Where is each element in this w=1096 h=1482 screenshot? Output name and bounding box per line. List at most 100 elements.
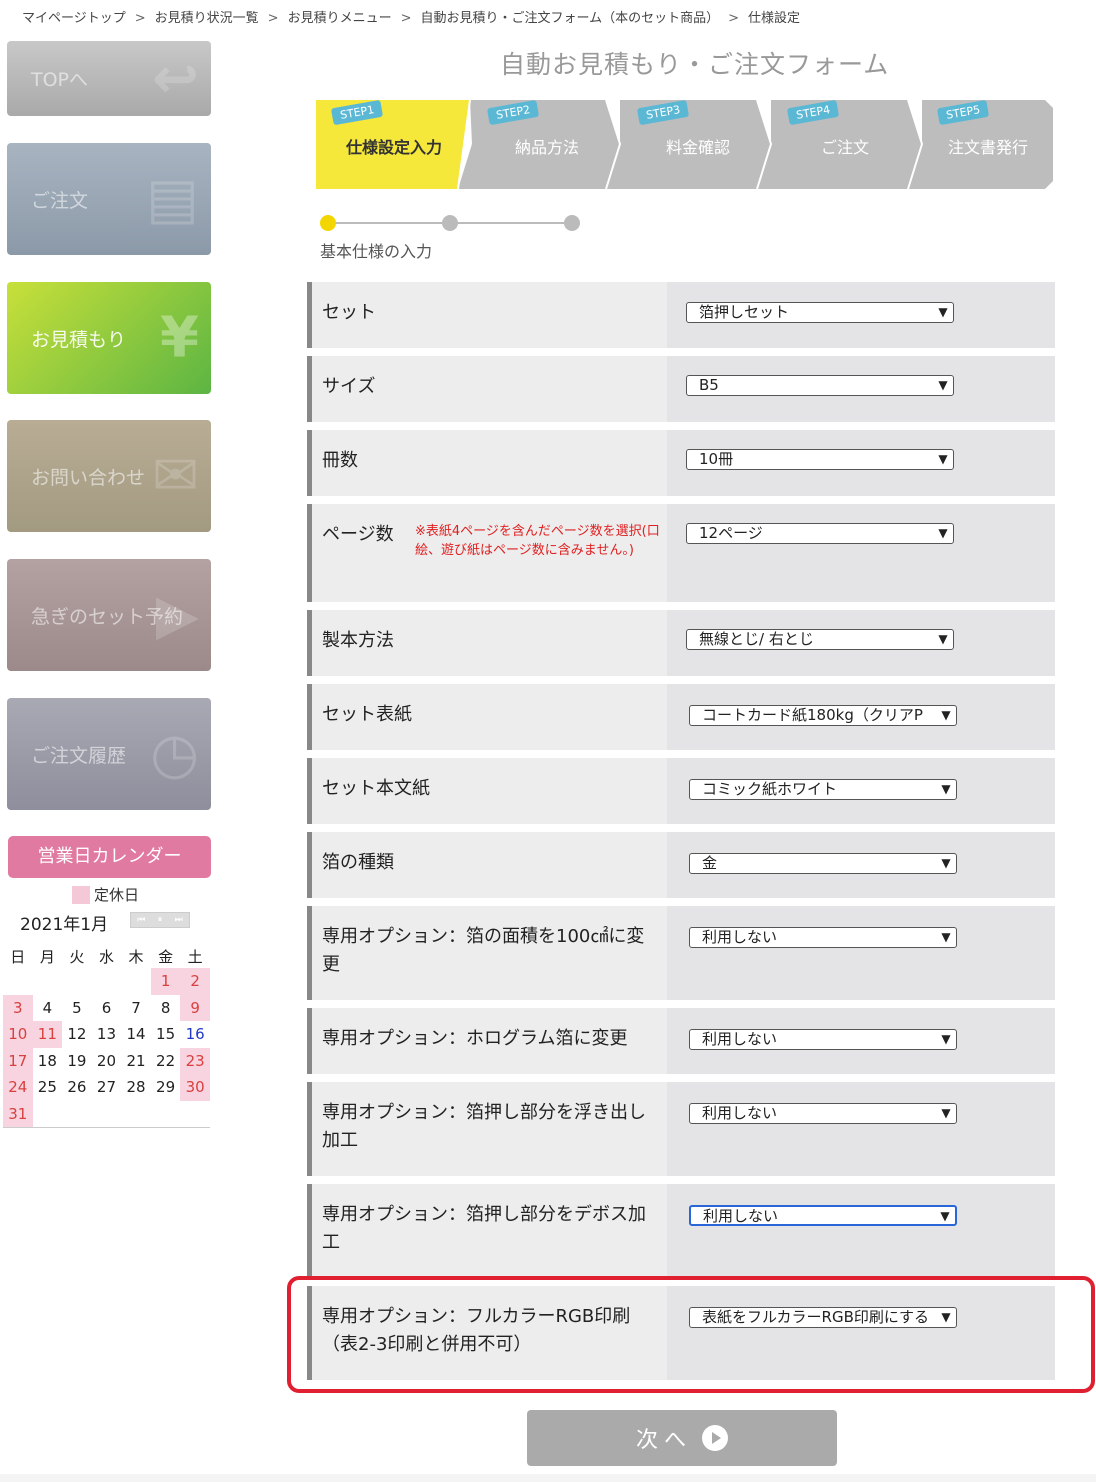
sidebar-contact-button[interactable]: お問い合わせ ✉ bbox=[7, 420, 211, 532]
field-label: 製本方法 bbox=[322, 630, 394, 651]
calendar-day bbox=[62, 1100, 92, 1128]
chevron-down-icon: ▼ bbox=[938, 1207, 952, 1224]
pages-select[interactable]: 12ページ ▼ bbox=[686, 523, 954, 544]
calendar-heading: 営業日カレンダー bbox=[8, 836, 211, 878]
calendar-next-icon[interactable]: ⏭ bbox=[175, 915, 183, 925]
chevron-down-icon: ▼ bbox=[939, 928, 953, 947]
calendar-day bbox=[33, 968, 63, 995]
sidebar-rush-button[interactable]: 急ぎのセット予約 ▶ bbox=[7, 559, 211, 671]
select-value: 無線とじ/ 右とじ bbox=[699, 630, 814, 648]
sidebar-history-button[interactable]: ご注文履歴 ◷ bbox=[7, 698, 211, 810]
calendar-day: 16 bbox=[185, 1025, 205, 1044]
field-label: 専用オプション：ホログラム箔に変更 bbox=[322, 1028, 628, 1049]
sub-progress-dot bbox=[564, 215, 580, 231]
select-value: 利用しない bbox=[702, 928, 778, 946]
calendar-day: 7 bbox=[131, 998, 141, 1017]
form-row-deboss-option: 専用オプション：箔押し部分をデボス加工 利用しない ▼ bbox=[307, 1184, 1055, 1278]
return-arrow-icon: ↩ bbox=[152, 46, 199, 111]
cover-select[interactable]: コートカード紙180kg（クリアP ▼ bbox=[689, 705, 957, 726]
select-value: 利用しない bbox=[702, 1104, 778, 1122]
footer-band bbox=[0, 1474, 1096, 1482]
field-label: 箔の種類 bbox=[322, 852, 394, 873]
breadcrumb-quote-menu[interactable]: お見積りメニュー bbox=[288, 11, 392, 26]
calendar-day: 18 bbox=[37, 1051, 57, 1070]
sub-progress-dot-active bbox=[320, 215, 336, 231]
field-value-cell: 利用しない ▼ bbox=[667, 1184, 1055, 1278]
calendar-day: 21 bbox=[126, 1051, 146, 1070]
set-select[interactable]: 箔押しセット ▼ bbox=[686, 302, 954, 323]
calendar-day: 15 bbox=[156, 1025, 176, 1044]
sidebar-quote-button[interactable]: お見積もり ¥ bbox=[7, 282, 211, 394]
calendar-prev-icon[interactable]: ⏮ bbox=[137, 915, 145, 925]
sidebar-contact-label: お問い合わせ bbox=[31, 466, 146, 489]
calendar-current-icon[interactable]: ⏸ bbox=[158, 915, 163, 925]
body-paper-select[interactable]: コミック紙ホワイト ▼ bbox=[689, 779, 957, 800]
breadcrumb-current-page: 仕様設定 bbox=[748, 11, 801, 26]
weekday-header: 水 bbox=[98, 947, 114, 966]
calendar-day-holiday: 17 bbox=[3, 1047, 33, 1074]
calendar-day: 5 bbox=[72, 998, 82, 1017]
select-value: 利用しない bbox=[703, 1207, 779, 1225]
calendar-nav[interactable]: ⏮ ⏸ ⏭ bbox=[130, 912, 190, 928]
form-row-size: サイズ B5 ▼ bbox=[307, 356, 1055, 422]
select-value: コートカード紙180kg（クリアP bbox=[702, 706, 923, 724]
next-button[interactable]: 次 へ bbox=[527, 1410, 837, 1466]
sidebar-top-button[interactable]: TOPへ ↩ bbox=[7, 41, 211, 116]
weekday-header: 火 bbox=[69, 947, 85, 966]
form-row-cover: セット表紙 コートカード紙180kg（クリアP ▼ bbox=[307, 684, 1055, 750]
calendar-day bbox=[62, 968, 92, 995]
select-value: 金 bbox=[702, 854, 718, 872]
field-value-cell: コミック紙ホワイト ▼ bbox=[667, 758, 1055, 824]
hologram-option-select[interactable]: 利用しない ▼ bbox=[689, 1029, 957, 1050]
deboss-option-select[interactable]: 利用しない ▼ bbox=[689, 1205, 957, 1226]
field-note: ※表紙4ページを含んだページ数を選択(口絵、遊び紙はページ数に含みません。) bbox=[415, 524, 660, 558]
chevron-down-icon: ▼ bbox=[936, 524, 950, 543]
chevron-down-icon: ▼ bbox=[939, 854, 953, 873]
field-value-cell: 利用しない ▼ bbox=[667, 1008, 1055, 1074]
calendar-day: 12 bbox=[67, 1025, 87, 1044]
calendar-day: 20 bbox=[96, 1051, 117, 1070]
size-select[interactable]: B5 ▼ bbox=[686, 375, 954, 396]
field-value-cell: 利用しない ▼ bbox=[667, 1082, 1055, 1176]
history-clock-icon: ◷ bbox=[150, 721, 199, 787]
calendar-day-holiday: 1 bbox=[150, 968, 181, 995]
breadcrumb-separator: > bbox=[134, 11, 146, 26]
form-row-hologram-option: 専用オプション：ホログラム箔に変更 利用しない ▼ bbox=[307, 1008, 1055, 1074]
calendar-day bbox=[121, 1100, 151, 1128]
weekday-header: 金 bbox=[158, 947, 174, 966]
select-value: B5 bbox=[699, 376, 719, 394]
calendar-legend-label: 定休日 bbox=[94, 886, 140, 904]
field-label: 専用オプション：箔押し部分をデボス加工 bbox=[322, 1204, 646, 1253]
chevron-down-icon: ▼ bbox=[936, 450, 950, 469]
foil-area-option-select[interactable]: 利用しない ▼ bbox=[689, 927, 957, 948]
calendar-day bbox=[92, 968, 122, 995]
weekday-header: 月 bbox=[39, 947, 55, 966]
field-value-cell: 10冊 ▼ bbox=[667, 430, 1055, 496]
calendar-day-holiday: 9 bbox=[180, 994, 210, 1021]
step-indicator: STEP1 STEP2 STEP3 STEP4 STEP5 仕様設定入力 納品方… bbox=[310, 99, 1053, 189]
breadcrumb-auto-quote-form[interactable]: 自動お見積り・ご注文フォーム（本のセット商品） bbox=[421, 11, 720, 26]
breadcrumb-quote-status-list[interactable]: お見積り状況一覧 bbox=[155, 11, 259, 26]
calendar-day-holiday: 3 bbox=[3, 994, 33, 1021]
calendar-grid: 日 月 火 水 木 金 土 1 2 3 4 5 6 7 8 9 10 11 12… bbox=[3, 944, 210, 1128]
step-4-label: ご注文 bbox=[820, 138, 869, 157]
calendar-day: 14 bbox=[126, 1025, 146, 1044]
foil-type-select[interactable]: 金 ▼ bbox=[689, 853, 957, 874]
emboss-option-select[interactable]: 利用しない ▼ bbox=[689, 1103, 957, 1124]
chevron-down-icon: ▼ bbox=[939, 1030, 953, 1049]
field-value-cell: コートカード紙180kg（クリアP ▼ bbox=[667, 684, 1055, 750]
binding-select[interactable]: 無線とじ/ 右とじ ▼ bbox=[686, 629, 954, 650]
sidebar-order-button[interactable]: ご注文 ▤ bbox=[7, 143, 211, 255]
form-title: 自動お見積もり・ご注文フォーム bbox=[500, 50, 890, 79]
calendar-day bbox=[150, 1100, 181, 1128]
calendar-day-holiday: 24 bbox=[3, 1074, 33, 1101]
chevron-down-icon: ▼ bbox=[936, 376, 950, 395]
field-value-cell: 12ページ ▼ bbox=[667, 504, 1055, 602]
breadcrumb-separator: > bbox=[728, 11, 740, 26]
breadcrumb-mypage-top[interactable]: マイページトップ bbox=[22, 11, 126, 26]
quantity-select[interactable]: 10冊 ▼ bbox=[686, 449, 954, 470]
sidebar-quote-label: お見積もり bbox=[31, 328, 127, 351]
calendar-day: 27 bbox=[96, 1078, 117, 1097]
select-value: コミック紙ホワイト bbox=[702, 780, 838, 798]
form-row-set: セット 箔押しセット ▼ bbox=[307, 282, 1055, 348]
